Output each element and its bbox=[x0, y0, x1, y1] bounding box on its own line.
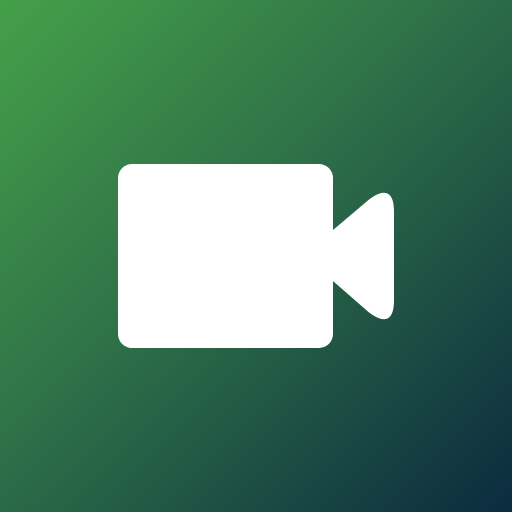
camera-lens bbox=[330, 192, 394, 320]
video-camera-icon bbox=[118, 164, 394, 348]
camera-body bbox=[118, 164, 333, 348]
app-icon-tile bbox=[0, 0, 512, 512]
